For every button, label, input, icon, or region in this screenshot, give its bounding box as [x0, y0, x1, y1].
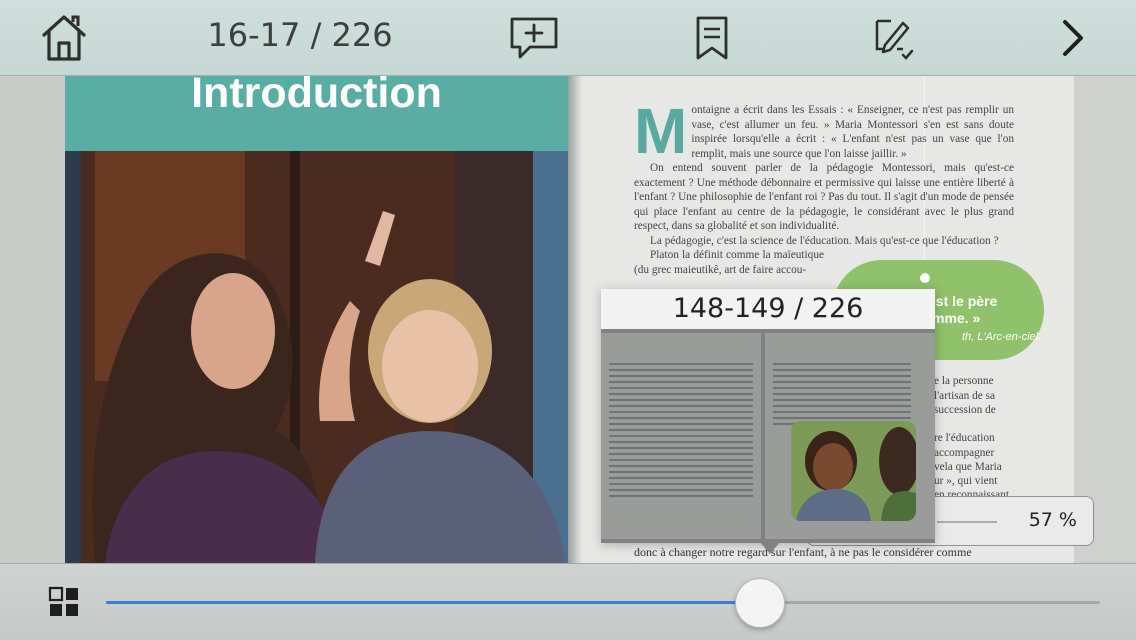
quote-line-1: est le père [928, 293, 998, 309]
title-band: Introduction [65, 75, 568, 151]
text-fragment: e la personne [934, 375, 994, 387]
book-spread[interactable]: Introduction M ontaigne a écrit dans les… [0, 75, 1136, 563]
text-fragment: ur », qui vient [934, 475, 998, 487]
connector-dot [920, 273, 930, 283]
grid-thumbnails-icon [48, 586, 78, 616]
text-fragment: re l'éducation [934, 432, 995, 444]
text-fragment: vela que Maria [934, 461, 1002, 473]
page-gutter [568, 75, 582, 563]
top-toolbar: 16-17 / 226 [0, 0, 1136, 76]
home-button[interactable] [36, 10, 92, 66]
page-slider-fill [106, 601, 760, 604]
chapter-title: Introduction [191, 75, 442, 117]
left-page[interactable]: Introduction [65, 75, 568, 563]
paragraph-3: La pédagogie, c'est la science de l'éduc… [650, 234, 999, 247]
page-preview-popup[interactable]: 148-149 / 226 [601, 289, 935, 543]
page-counter: 16-17 / 226 [207, 16, 393, 54]
quote-line-2: mme. » [932, 310, 981, 326]
add-comment-icon [510, 17, 558, 59]
annotate-button[interactable] [866, 10, 922, 66]
next-page-button[interactable] [1044, 10, 1100, 66]
thumbnails-button[interactable] [48, 586, 80, 618]
bottom-text-line: donc à changer notre regard sur l'enfant… [634, 545, 972, 559]
paragraph-4: Platon la définit comme la maïeutique (d… [634, 249, 824, 276]
quote-source: th, L'Arc-en-ciel. [962, 331, 1042, 343]
bookmark-icon [696, 16, 728, 60]
page-slider-track[interactable] [106, 601, 1100, 604]
home-icon [42, 15, 86, 61]
add-note-button[interactable] [506, 10, 562, 66]
preview-text-lines [609, 363, 753, 501]
preview-photo [791, 421, 916, 521]
bookmark-button[interactable] [684, 10, 740, 66]
progress-percent: 57 % [1028, 509, 1077, 531]
bottom-toolbar [0, 563, 1136, 640]
page-edge [1074, 75, 1136, 563]
preview-pointer [760, 542, 780, 554]
preview-text-lines [773, 363, 911, 429]
page-slider-handle[interactable] [735, 578, 786, 628]
chevron-right-icon [1063, 20, 1083, 56]
text-fragment: accompagner [934, 447, 995, 459]
body-text: M ontaigne a écrit dans les Essais : « E… [634, 95, 1014, 277]
dropcap: M [634, 95, 688, 167]
paragraph-2: On entend souvent parler de la pédagogie… [634, 162, 1014, 232]
progress-track [937, 521, 997, 523]
preview-page-label: 148-149 / 226 [601, 289, 935, 329]
annotation-icon [875, 19, 914, 60]
paragraph-1: ontaigne a écrit dans les Essais : « Ens… [691, 104, 1014, 160]
text-fragment: l'artisan de sa [934, 390, 996, 402]
preview-left-page [601, 333, 761, 539]
text-fragment: succession de [934, 404, 996, 416]
cover-photo [65, 151, 568, 563]
